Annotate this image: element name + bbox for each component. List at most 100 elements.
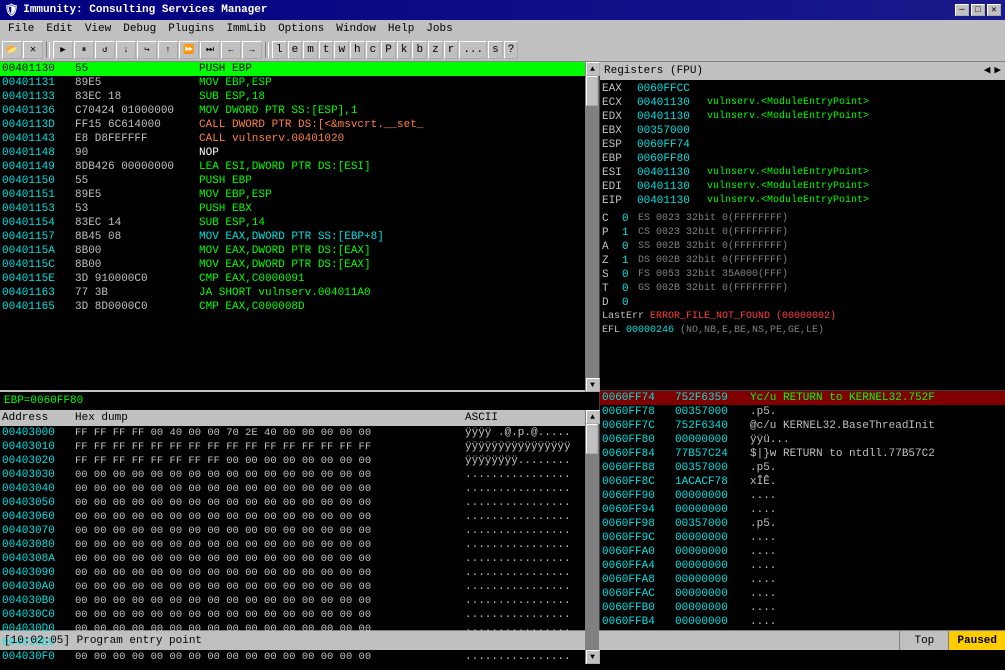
stack-row[interactable]: 0060FF7C752F6340 @c/u KERNEL32.BaseThrea…: [600, 419, 1005, 433]
dump-row[interactable]: 0040307000 00 00 00 00 00 00 00 00 00 00…: [0, 524, 585, 538]
stack-row[interactable]: 0060FF9C00000000 ....: [600, 531, 1005, 545]
close-button[interactable]: ✕: [987, 4, 1001, 16]
disasm-row[interactable]: 0040114890NOP: [0, 146, 585, 160]
flag-value[interactable]: 0: [622, 212, 638, 226]
tb-k[interactable]: k: [397, 41, 412, 59]
reg-entry-value[interactable]: 0060FF74: [637, 138, 707, 152]
tb-s[interactable]: s: [488, 41, 503, 59]
stack-row[interactable]: 0060FFA400000000 ....: [600, 559, 1005, 573]
menu-help[interactable]: Help: [382, 22, 420, 36]
stack-row[interactable]: 0060FF9000000000 ....: [600, 489, 1005, 503]
dump-row[interactable]: 004030A000 00 00 00 00 00 00 00 00 00 00…: [0, 580, 585, 594]
reg-arrows[interactable]: ◀ ▶: [984, 62, 1001, 80]
stack-row[interactable]: 0060FF9400000000 ....: [600, 503, 1005, 517]
dump-row[interactable]: 004030F000 00 00 00 00 00 00 00 00 00 00…: [0, 650, 585, 664]
tb-r[interactable]: r: [444, 41, 459, 59]
disasm-row[interactable]: 0040115055PUSH EBP: [0, 174, 585, 188]
tb-c[interactable]: c: [366, 41, 381, 59]
tb-m[interactable]: m: [303, 41, 318, 59]
menu-jobs[interactable]: Jobs: [420, 22, 458, 36]
tb-b[interactable]: b: [412, 41, 427, 59]
tb-step-out[interactable]: ↑: [158, 41, 178, 59]
disasm-scroll-down[interactable]: ▼: [586, 378, 600, 392]
tb-open[interactable]: 📂: [2, 41, 22, 59]
disasm-row[interactable]: 0040113055PUSH EBP: [0, 62, 585, 76]
dump-row[interactable]: 0040308A00 00 00 00 00 00 00 00 00 00 00…: [0, 552, 585, 566]
flag-value[interactable]: 0: [622, 240, 638, 254]
reg-arrow-left[interactable]: ◀: [984, 62, 991, 80]
stack-row[interactable]: 0060FFB000000000 ....: [600, 601, 1005, 615]
tb-question[interactable]: ?: [504, 41, 519, 59]
menu-immlib[interactable]: ImmLib: [220, 22, 272, 36]
reg-entry-value[interactable]: 00401130: [637, 96, 707, 110]
tb-z[interactable]: z: [428, 41, 443, 59]
dump-row[interactable]: 004030B000 00 00 00 00 00 00 00 00 00 00…: [0, 594, 585, 608]
tb-dots[interactable]: ...: [459, 41, 487, 59]
menu-plugins[interactable]: Plugins: [162, 22, 220, 36]
flag-value[interactable]: 0: [622, 268, 638, 282]
dump-row[interactable]: 00403000FF FF FF FF 00 40 00 00 70 2E 40…: [0, 426, 585, 440]
disasm-row[interactable]: 0040116377 3BJA SHORT vulnserv.004011A0: [0, 286, 585, 300]
tb-e[interactable]: e: [288, 41, 303, 59]
tb-animate[interactable]: ⏩: [179, 41, 199, 59]
tb-step-over[interactable]: ↪: [137, 41, 157, 59]
tb-P[interactable]: P: [381, 41, 396, 59]
menu-debug[interactable]: Debug: [117, 22, 162, 36]
tb-t[interactable]: t: [319, 41, 334, 59]
disasm-row[interactable]: 0040113383EC 18SUB ESP,18: [0, 90, 585, 104]
tb-run[interactable]: ▶: [53, 41, 73, 59]
tb-back[interactable]: ←: [221, 41, 241, 59]
stack-row[interactable]: 0060FFAC00000000 ....: [600, 587, 1005, 601]
maximize-button[interactable]: □: [971, 4, 985, 16]
dump-scrollbar[interactable]: ▲ ▼: [585, 410, 599, 664]
stack-row[interactable]: 0060FF8C1ACACF78 xÎÊ.: [600, 475, 1005, 489]
flag-value[interactable]: 1: [622, 226, 638, 240]
disasm-row[interactable]: 004011653D 8D0000C0CMP EAX,C000008D: [0, 300, 585, 314]
flag-value[interactable]: 0: [622, 296, 638, 310]
disasm-row[interactable]: 00401136C70424 01000000MOV DWORD PTR SS:…: [0, 104, 585, 118]
dump-row[interactable]: 0040304000 00 00 00 00 00 00 00 00 00 00…: [0, 482, 585, 496]
stack-row[interactable]: 0060FFB400000000 ....: [600, 615, 1005, 629]
reg-entry-value[interactable]: 00401130: [637, 110, 707, 124]
disasm-row[interactable]: 0040115C8B00MOV EAX,DWORD PTR DS:[EAX]: [0, 258, 585, 272]
tb-trace[interactable]: ⏭: [200, 41, 220, 59]
disasm-row[interactable]: 0040113DFF15 6C614000CALL DWORD PTR DS:[…: [0, 118, 585, 132]
tb-restart[interactable]: ↺: [95, 41, 115, 59]
dump-scroll-up[interactable]: ▲: [586, 410, 600, 424]
reg-entry-value[interactable]: 0060FF80: [637, 152, 707, 166]
disasm-row[interactable]: 00401143E8 D8FEFFFFCALL vulnserv.0040102…: [0, 132, 585, 146]
tb-l[interactable]: l: [272, 41, 287, 59]
stack-row[interactable]: 0060FF74752F6359 Yc/u RETURN to KERNEL32…: [600, 391, 1005, 405]
dump-row[interactable]: 00403010FF FF FF FF FF FF FF FF FF FF FF…: [0, 440, 585, 454]
disasm-row[interactable]: 0040115A8B00MOV EAX,DWORD PTR DS:[EAX]: [0, 244, 585, 258]
dump-scroll-down[interactable]: ▼: [586, 650, 600, 664]
disasm-row[interactable]: 0040115353PUSH EBX: [0, 202, 585, 216]
tb-w[interactable]: w: [334, 41, 349, 59]
stack-row[interactable]: 0060FFA800000000 ....: [600, 573, 1005, 587]
dump-row[interactable]: 0040303000 00 00 00 00 00 00 00 00 00 00…: [0, 468, 585, 482]
stack-row[interactable]: 0060FFA000000000 ....: [600, 545, 1005, 559]
disasm-row[interactable]: 0040113189E5MOV EBP,ESP: [0, 76, 585, 90]
stack-row[interactable]: 0060FF9800357000 .p5.: [600, 517, 1005, 531]
tb-close[interactable]: ✕: [23, 41, 43, 59]
stack-row[interactable]: 0060FF8800357000 .p5.: [600, 461, 1005, 475]
menu-edit[interactable]: Edit: [40, 22, 78, 36]
stack-row[interactable]: 0060FF8000000000 ÿÿü...: [600, 433, 1005, 447]
minimize-button[interactable]: ─: [955, 4, 969, 16]
dump-row[interactable]: 004030C000 00 00 00 00 00 00 00 00 00 00…: [0, 608, 585, 622]
disasm-row[interactable]: 0040115483EC 14SUB ESP,14: [0, 216, 585, 230]
reg-entry-value[interactable]: 00401130: [637, 194, 707, 208]
dump-row[interactable]: 0040308000 00 00 00 00 00 00 00 00 00 00…: [0, 538, 585, 552]
disasm-row[interactable]: 004011498DB426 00000000LEA ESI,DWORD PTR…: [0, 160, 585, 174]
reg-entry-value[interactable]: 00401130: [637, 180, 707, 194]
reg-entry-value[interactable]: 00357000: [637, 124, 707, 138]
tb-h[interactable]: h: [350, 41, 365, 59]
menu-file[interactable]: File: [2, 22, 40, 36]
menu-view[interactable]: View: [79, 22, 117, 36]
menu-options[interactable]: Options: [272, 22, 330, 36]
menu-window[interactable]: Window: [330, 22, 382, 36]
tb-fwd[interactable]: →: [242, 41, 262, 59]
dump-row[interactable]: 0040306000 00 00 00 00 00 00 00 00 00 00…: [0, 510, 585, 524]
dump-row[interactable]: 0040309000 00 00 00 00 00 00 00 00 00 00…: [0, 566, 585, 580]
tb-pause[interactable]: ⏸: [74, 41, 94, 59]
